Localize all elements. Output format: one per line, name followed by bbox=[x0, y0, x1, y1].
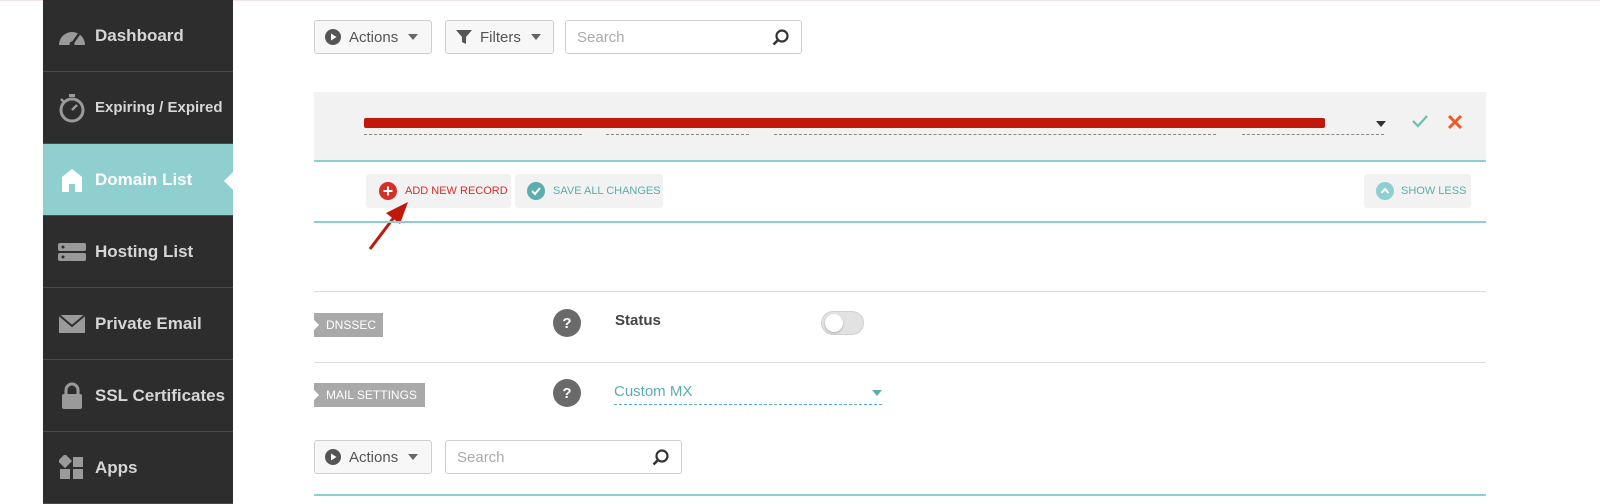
chevron-down-icon bbox=[530, 34, 541, 40]
chevron-down-icon bbox=[408, 34, 419, 40]
sidebar-item-label: Private Email bbox=[95, 313, 202, 333]
show-less-label: SHOW LESS bbox=[1401, 185, 1467, 197]
search-icon[interactable] bbox=[772, 28, 789, 46]
dnssec-status-label: Status bbox=[615, 312, 661, 329]
dnssec-help-button[interactable]: ? bbox=[553, 309, 581, 337]
mail-actions-dropdown[interactable]: Actions bbox=[314, 440, 432, 474]
sidebar-item-label: Expiring / Expired bbox=[95, 99, 223, 116]
chevron-up-circle-icon bbox=[1376, 182, 1394, 200]
top-border bbox=[0, 0, 1600, 1]
record-type-field[interactable] bbox=[364, 134, 582, 135]
toggle-knob bbox=[825, 314, 843, 332]
save-all-changes-button[interactable]: SAVE ALL CHANGES bbox=[515, 174, 663, 208]
sidebar-item-expiring[interactable]: Expiring / Expired bbox=[43, 72, 233, 144]
actions-label: Actions bbox=[349, 448, 399, 466]
chevron-down-icon[interactable] bbox=[1376, 121, 1386, 127]
search-icon[interactable] bbox=[652, 448, 669, 466]
sidebar-nav: Dashboard Expiring / Expired Domain List… bbox=[43, 0, 233, 504]
filter-icon bbox=[456, 29, 472, 45]
play-circle-icon bbox=[325, 29, 341, 45]
sidebar-item-hosting-list[interactable]: Hosting List bbox=[43, 216, 233, 288]
section-divider bbox=[314, 221, 1486, 223]
dnssec-status-toggle[interactable] bbox=[821, 311, 864, 335]
envelope-icon bbox=[56, 308, 88, 340]
actions-dropdown[interactable]: Actions bbox=[314, 20, 432, 54]
server-icon bbox=[56, 236, 88, 268]
save-all-changes-label: SAVE ALL CHANGES bbox=[553, 185, 661, 197]
sidebar-item-ssl-certificates[interactable]: SSL Certificates bbox=[43, 360, 233, 432]
section-divider bbox=[314, 291, 1486, 292]
record-value-field[interactable] bbox=[774, 134, 1216, 135]
show-less-button[interactable]: SHOW LESS bbox=[1364, 174, 1471, 208]
mail-search-input[interactable] bbox=[455, 447, 609, 467]
close-icon[interactable] bbox=[1447, 114, 1463, 130]
add-new-record-label: ADD NEW RECORD bbox=[405, 185, 508, 197]
section-divider bbox=[314, 362, 1486, 363]
mail-settings-tag: MAIL SETTINGS bbox=[314, 383, 425, 407]
search-input[interactable] bbox=[575, 27, 729, 47]
check-circle-icon bbox=[527, 182, 545, 200]
play-circle-icon bbox=[325, 449, 341, 465]
apps-grid-icon bbox=[56, 452, 88, 484]
sidebar-item-label: Hosting List bbox=[95, 241, 194, 261]
sidebar-item-apps[interactable]: Apps bbox=[43, 432, 233, 504]
filters-dropdown[interactable]: Filters bbox=[445, 20, 554, 54]
redaction-bar bbox=[364, 118, 1325, 128]
home-icon bbox=[56, 164, 88, 196]
checkmark-icon[interactable] bbox=[1412, 114, 1428, 128]
sidebar-item-label: Dashboard bbox=[95, 25, 184, 45]
stopwatch-icon bbox=[56, 92, 88, 124]
speedometer-icon bbox=[56, 20, 88, 52]
filters-label: Filters bbox=[480, 28, 521, 46]
chevron-down-icon bbox=[872, 390, 882, 396]
mail-search-field[interactable] bbox=[445, 440, 682, 474]
chevron-down-icon bbox=[408, 454, 419, 460]
sidebar-item-dashboard[interactable]: Dashboard bbox=[43, 0, 233, 72]
dnssec-tag: DNSSEC bbox=[314, 313, 383, 337]
sidebar-item-label: SSL Certificates bbox=[95, 385, 226, 405]
sidebar-item-domain-list[interactable]: Domain List bbox=[43, 144, 233, 216]
record-ttl-select[interactable] bbox=[1242, 134, 1384, 135]
record-host-field[interactable] bbox=[606, 134, 749, 135]
sidebar-item-label: Domain List bbox=[95, 169, 193, 189]
actions-label: Actions bbox=[349, 28, 399, 46]
section-divider bbox=[314, 494, 1486, 496]
annotation-arrow bbox=[368, 202, 408, 250]
mail-settings-select[interactable]: Custom MX bbox=[614, 381, 882, 405]
sidebar-item-private-email[interactable]: Private Email bbox=[43, 288, 233, 360]
search-field[interactable] bbox=[565, 20, 802, 54]
mail-settings-selected: Custom MX bbox=[614, 383, 693, 400]
dns-record-edit-row bbox=[314, 92, 1486, 162]
mail-settings-help-button[interactable]: ? bbox=[553, 379, 581, 407]
sidebar-item-label: Apps bbox=[95, 457, 138, 477]
lock-icon bbox=[56, 380, 88, 412]
